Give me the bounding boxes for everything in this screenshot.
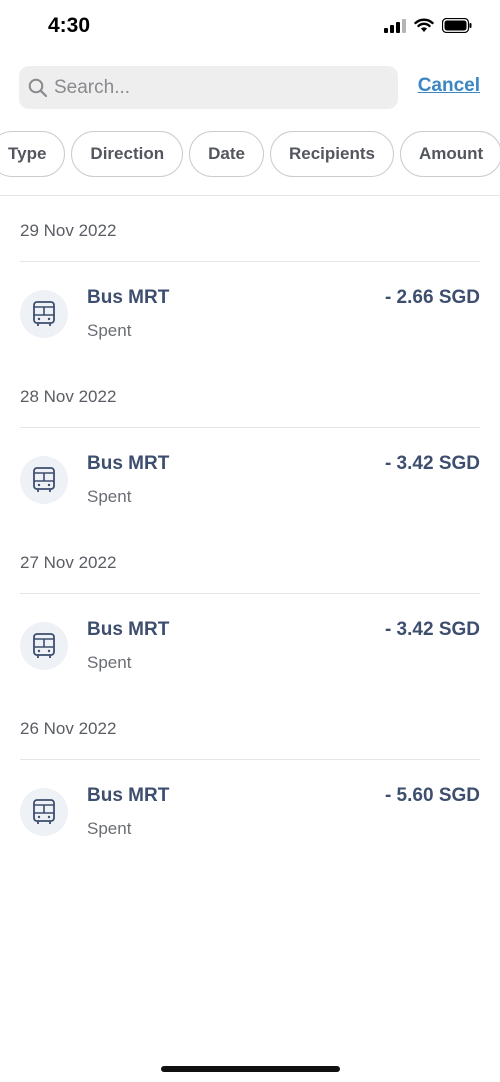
transaction-title: Bus MRT	[87, 287, 170, 308]
transaction-title: Bus MRT	[87, 619, 170, 640]
transaction-amount: - 3.42 SGD	[384, 453, 480, 474]
filter-chip-recipients[interactable]: Recipients	[269, 131, 394, 177]
date-header: 29 Nov 2022	[20, 196, 480, 262]
cancel-button[interactable]: Cancel	[418, 75, 480, 97]
transaction-list: 29 Nov 2022 Bus MRT Spent - 2.66 SGD 28 …	[0, 196, 500, 860]
transaction-row[interactable]: Bus MRT Spent - 2.66 SGD	[0, 262, 500, 362]
wifi-icon	[414, 18, 434, 38]
transaction-subtitle: Spent	[87, 487, 132, 506]
filter-chip-date[interactable]: Date	[189, 131, 264, 177]
date-header: 27 Nov 2022	[20, 528, 480, 594]
signal-icon	[384, 18, 406, 38]
status-time: 4:30	[48, 14, 91, 37]
status-bar: 4:30	[0, 0, 500, 54]
date-header: 28 Nov 2022	[20, 362, 480, 428]
bus-icon	[20, 622, 68, 670]
status-icons	[384, 17, 472, 38]
home-indicator[interactable]	[161, 1066, 340, 1072]
date-label: 26 Nov 2022	[20, 719, 117, 738]
date-label: 27 Nov 2022	[20, 553, 117, 572]
transaction-title: Bus MRT	[87, 453, 170, 474]
transaction-subtitle: Spent	[87, 321, 132, 340]
transaction-row[interactable]: Bus MRT Spent - 3.42 SGD	[0, 594, 500, 694]
transaction-subtitle: Spent	[87, 819, 132, 838]
search-icon	[28, 78, 48, 97]
transaction-amount: - 5.60 SGD	[384, 785, 480, 806]
filter-chip-amount[interactable]: Amount	[399, 131, 500, 177]
transaction-subtitle: Spent	[87, 653, 132, 672]
date-header: 26 Nov 2022	[20, 694, 480, 760]
battery-icon	[441, 17, 472, 38]
transaction-row[interactable]: Bus MRT Spent - 3.42 SGD	[0, 428, 500, 528]
transaction-amount: - 3.42 SGD	[384, 619, 480, 640]
search-input[interactable]	[54, 76, 354, 99]
transaction-amount: - 2.66 SGD	[384, 287, 480, 308]
filter-chips: Type Direction Date Recipients Amount	[0, 131, 500, 177]
date-label: 28 Nov 2022	[20, 387, 117, 406]
bus-icon	[20, 290, 68, 338]
search-box[interactable]	[19, 66, 398, 109]
date-label: 29 Nov 2022	[20, 221, 117, 240]
transaction-title: Bus MRT	[87, 785, 170, 806]
filter-chip-direction[interactable]: Direction	[71, 131, 184, 177]
transaction-row[interactable]: Bus MRT Spent - 5.60 SGD	[0, 760, 500, 860]
filter-chip-type[interactable]: Type	[0, 131, 66, 177]
bus-icon	[20, 788, 68, 836]
bus-icon	[20, 456, 68, 504]
search-row: Cancel	[0, 66, 500, 110]
